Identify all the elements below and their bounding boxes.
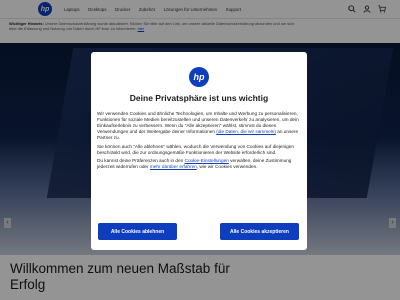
dialog-paragraph-1: Wir verwenden Cookies und ähnliche Techn… [97,111,301,141]
learn-more-link[interactable]: mehr darüber erfahren [150,164,197,169]
p3-text-c: , wie wir Cookies verwenden. [196,164,258,170]
dialog-paragraph-3: Du kannst deine Präferenzen auch in den … [97,158,301,170]
data-collected-link[interactable]: (die Daten, die wir sammeln) [216,129,276,134]
dialog-paragraph-2: Sie können auch "Alle ablehnen" wählen, … [97,143,294,155]
reject-all-cookies-button[interactable]: Alle Cookies ablehnen [98,223,177,240]
dialog-title: Deine Privatsphäre ist uns wichtig [129,93,269,103]
dialog-body: Wir verwenden Cookies und ähnliche Techn… [97,111,301,173]
cookie-settings-link[interactable]: Cookie-Einstellungen [185,158,229,163]
cookie-consent-dialog: hp Deine Privatsphäre ist uns wichtig Wi… [91,52,307,250]
accept-all-cookies-button[interactable]: Alle Cookies akzeptieren [220,223,299,240]
p3-text-a: Du kannst deine Präferenzen auch in den [97,158,185,164]
hp-logo: hp [189,67,209,87]
modal-logo-text: hp [193,72,205,82]
